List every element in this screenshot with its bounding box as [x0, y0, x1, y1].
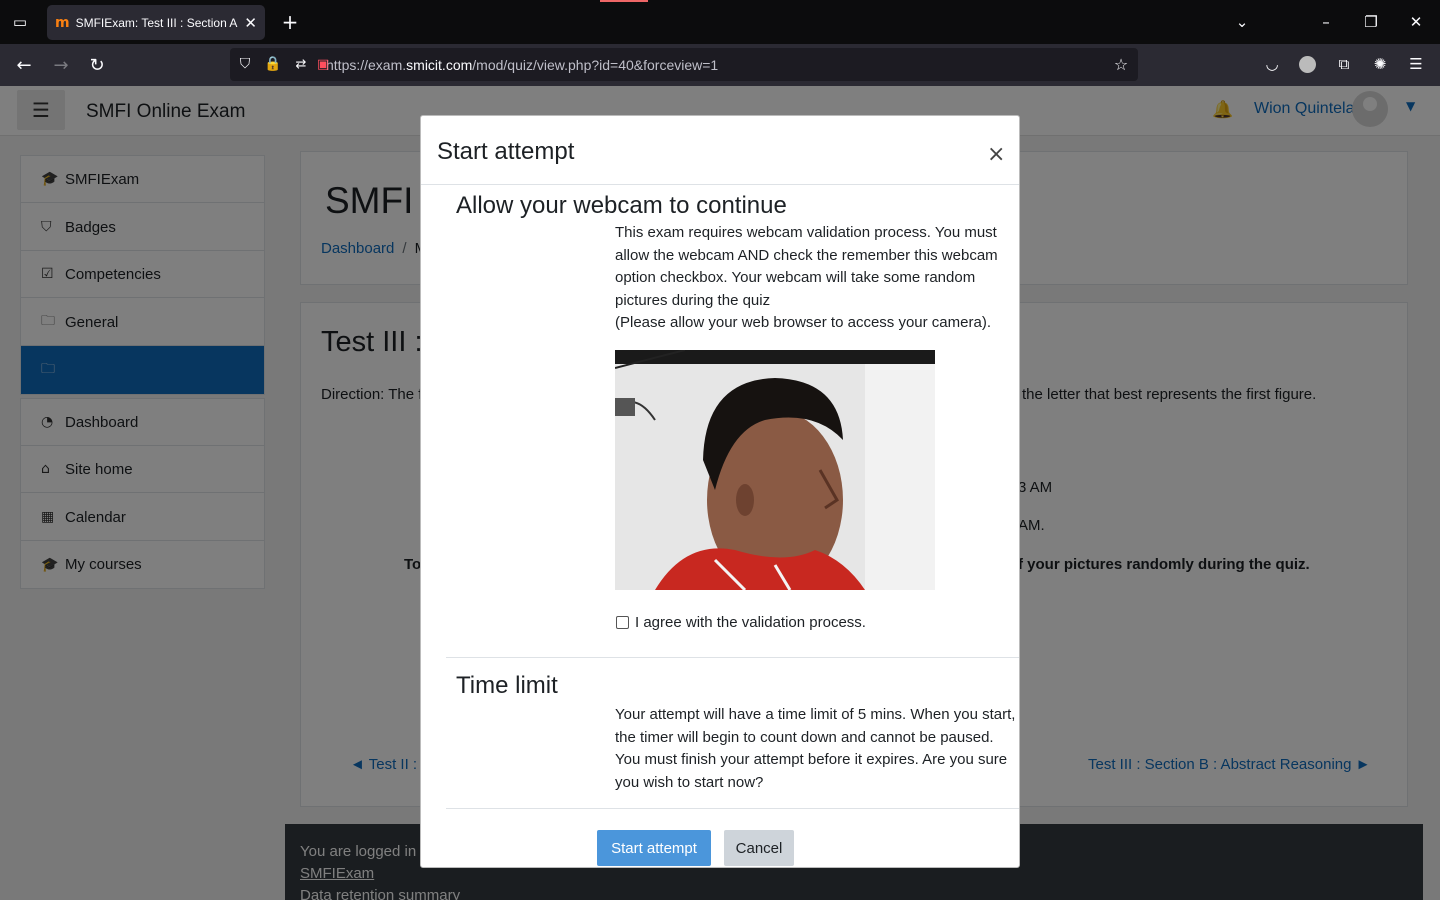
tracking-shield-icon[interactable]: ⛉: [236, 55, 254, 73]
start-attempt-button[interactable]: Start attempt: [597, 830, 711, 866]
time-limit-heading: Time limit: [456, 672, 558, 699]
webcam-instructions: This exam requires webcam validation pro…: [615, 224, 998, 309]
lock-icon[interactable]: 🔒: [264, 55, 282, 73]
webcam-heading: Allow your webcam to continue: [456, 192, 787, 219]
bookmark-star-icon[interactable]: ☆: [1112, 55, 1130, 74]
list-all-tabs-icon[interactable]: ⌄: [1232, 12, 1252, 32]
new-tab-icon[interactable]: +: [279, 10, 301, 34]
forward-icon[interactable]: →: [50, 54, 72, 76]
footer-divider: [446, 808, 1019, 809]
agree-checkbox[interactable]: [616, 616, 629, 629]
tab-strip-accent: [600, 0, 648, 2]
moodle-favicon-icon: m: [55, 14, 70, 31]
time-limit-text: Your attempt will have a time limit of 5…: [615, 706, 1016, 791]
app-menu-icon[interactable]: ☰: [1406, 54, 1426, 74]
restore-icon[interactable]: ❐: [1361, 12, 1381, 32]
extensions-icon[interactable]: ⧉: [1334, 54, 1354, 74]
webcam-preview: [615, 350, 935, 590]
agree-checkbox-label[interactable]: I agree with the validation process.: [635, 614, 866, 631]
window-close-icon[interactable]: ✕: [1406, 12, 1426, 32]
start-attempt-modal: Start attempt × Allow your webcam to con…: [420, 115, 1020, 868]
tab-close-icon[interactable]: ✕: [244, 14, 257, 32]
tab-title: SMFIExam: Test III : Section A : S: [75, 15, 239, 30]
account-avatar-icon[interactable]: [1299, 56, 1316, 73]
modal-title: Start attempt: [437, 138, 575, 165]
url-text: https://exam.smicit.com/mod/quiz/view.ph…: [326, 56, 719, 73]
minimize-icon[interactable]: –: [1316, 12, 1336, 32]
webcam-permission-note: (Please allow your web browser to access…: [615, 314, 991, 331]
back-icon[interactable]: ←: [13, 54, 35, 76]
camera-in-use-icon[interactable]: ▣: [314, 55, 332, 73]
cancel-button[interactable]: Cancel: [724, 830, 794, 866]
tab-list-icon[interactable]: ▭: [8, 12, 32, 32]
permissions-icon[interactable]: ⇄: [292, 55, 310, 73]
addon-icon[interactable]: ✺: [1370, 54, 1390, 74]
url-bar[interactable]: ⛉ 🔒 ⇄ ▣ https://exam.smicit.com/mod/quiz…: [230, 48, 1138, 81]
section-divider: [446, 657, 1019, 658]
modal-close-icon[interactable]: ×: [987, 142, 1005, 167]
reload-icon[interactable]: ↻: [86, 54, 108, 76]
browser-tab-active[interactable]: m SMFIExam: Test III : Section A : S ✕: [47, 5, 265, 40]
pocket-icon[interactable]: ◡: [1262, 54, 1282, 74]
webcam-feed-image: [615, 350, 935, 590]
